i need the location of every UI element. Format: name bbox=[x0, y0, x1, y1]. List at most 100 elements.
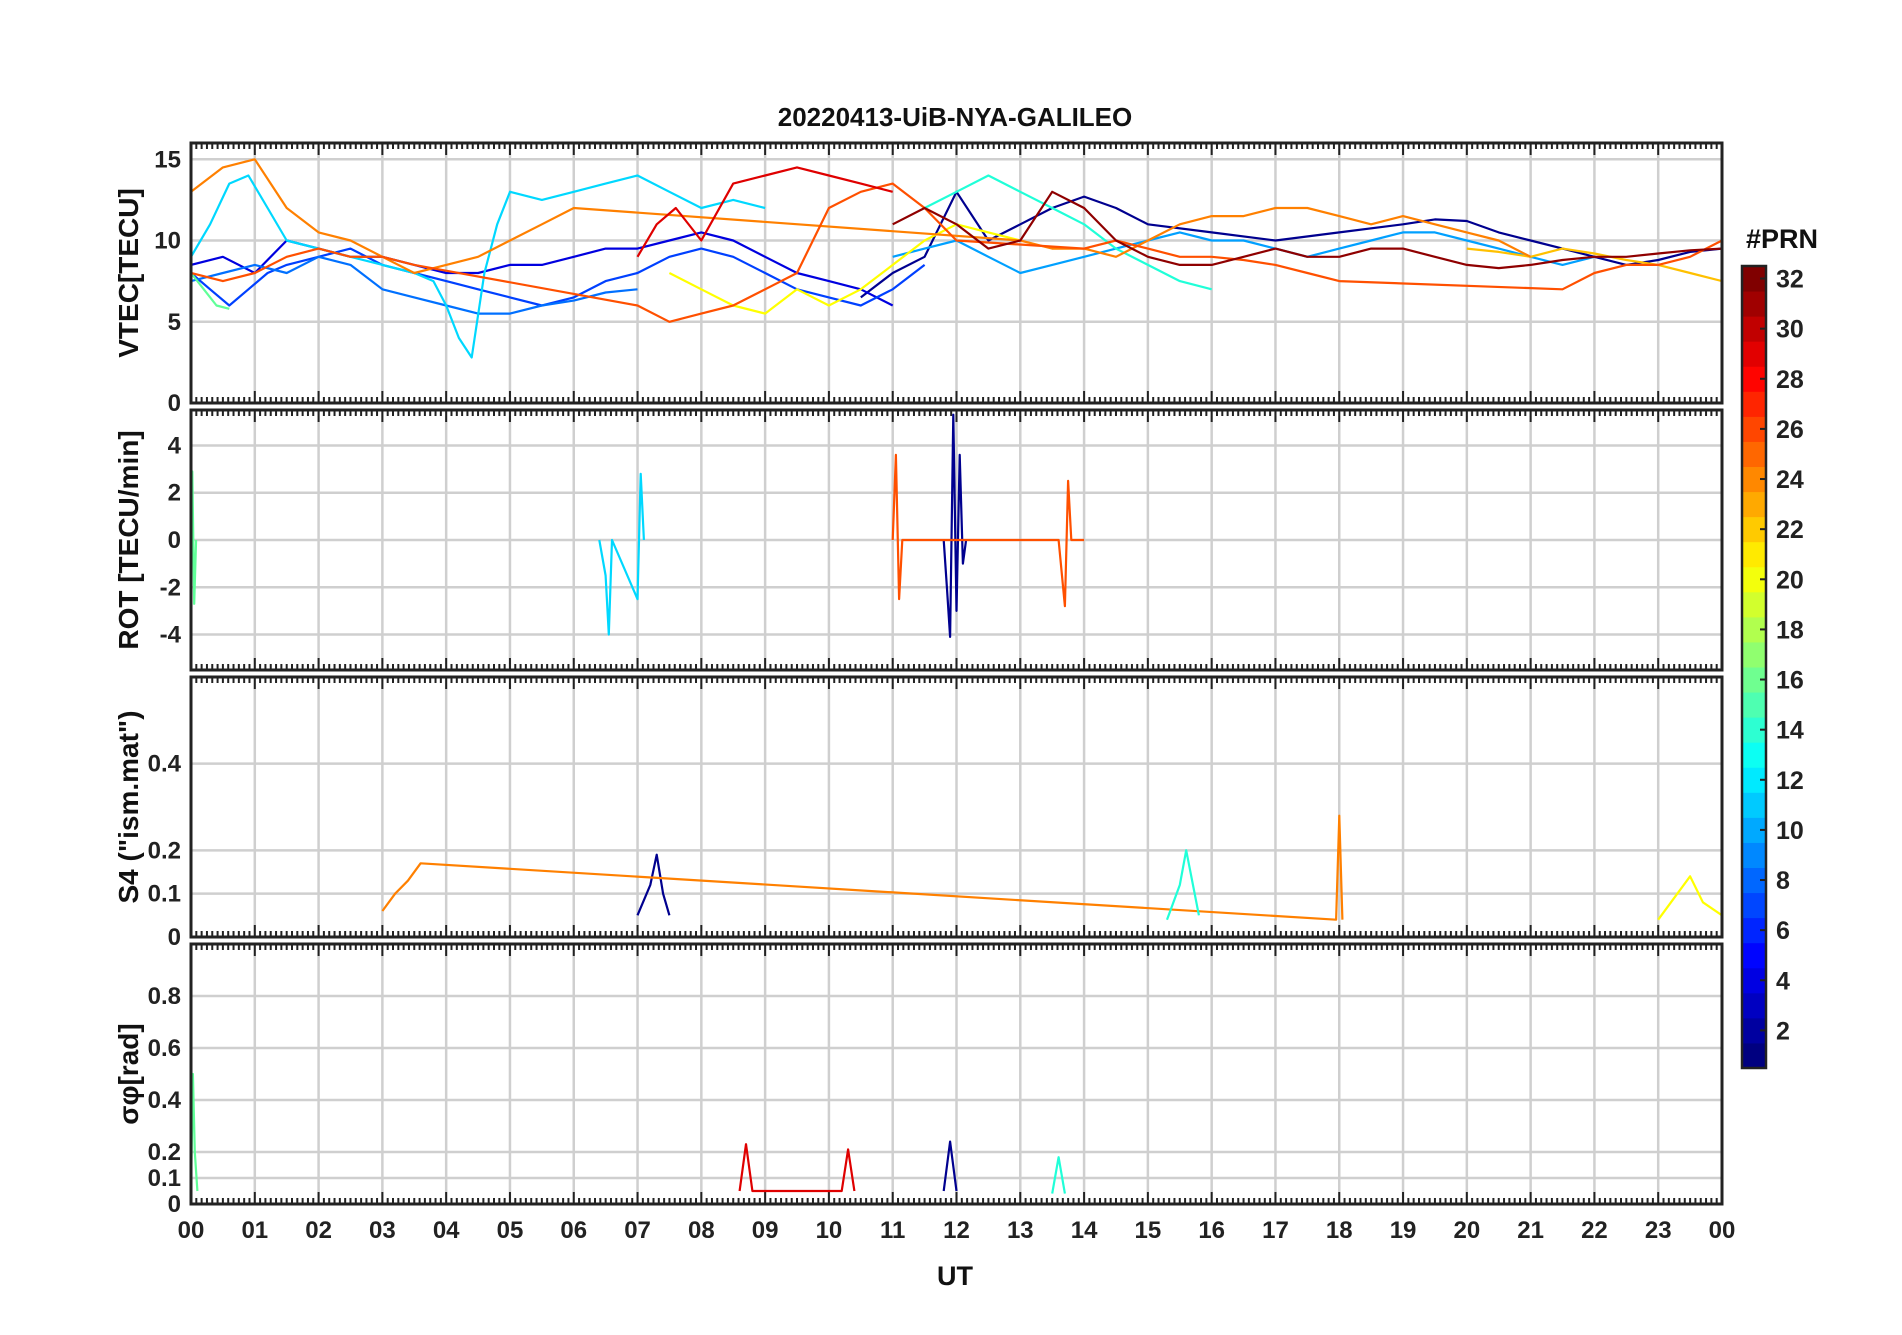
colorbar-segment bbox=[1742, 742, 1766, 768]
x-tick-label: 17 bbox=[1262, 1217, 1289, 1244]
x-tick-label: 05 bbox=[497, 1217, 524, 1244]
y-tick-label: 10 bbox=[154, 228, 181, 255]
colorbar-tick-label: 20 bbox=[1776, 566, 1804, 594]
colorbar-tick-label: 24 bbox=[1776, 466, 1804, 494]
y-tick-label: -2 bbox=[160, 574, 181, 601]
colorbar-tick-label: 2 bbox=[1776, 1017, 1790, 1045]
y-tick-label: 0.2 bbox=[148, 1139, 181, 1166]
colorbar-tick-label: 16 bbox=[1776, 667, 1804, 695]
x-tick-label: 13 bbox=[1007, 1217, 1034, 1244]
x-tick-label: 11 bbox=[880, 1217, 905, 1244]
x-tick-label: 20 bbox=[1453, 1217, 1480, 1244]
series-line-prn-2 bbox=[942, 1140, 958, 1192]
colorbar-tick-label: 18 bbox=[1776, 616, 1804, 644]
x-tick-label: 18 bbox=[1326, 1217, 1353, 1244]
colorbar-segment bbox=[1742, 591, 1766, 618]
y-axis-label: ROT [TECU/min] bbox=[113, 430, 144, 649]
colorbar-tick-label: 28 bbox=[1776, 366, 1804, 394]
colorbar-tick-label: 8 bbox=[1776, 867, 1790, 895]
series-line-prn-2 bbox=[942, 413, 968, 639]
x-tick-label: 08 bbox=[688, 1217, 715, 1244]
y-tick-label: -4 bbox=[160, 622, 182, 649]
x-tick-label: 19 bbox=[1390, 1217, 1417, 1244]
y-tick-label: 0.1 bbox=[148, 881, 181, 908]
colorbar-segment bbox=[1742, 992, 1766, 1019]
colorbar: 2468101214161820222426283032#PRN bbox=[1740, 224, 1818, 1070]
colorbar-segment bbox=[1742, 842, 1766, 868]
y-tick-label: 4 bbox=[168, 432, 182, 459]
chart-svg: 20220413-UiB-NYA-GALILEO UT 051015VTEC[T… bbox=[113, 102, 1818, 1291]
x-tick-label: 01 bbox=[241, 1217, 268, 1244]
x-tick-label: 04 bbox=[433, 1217, 460, 1244]
figure: 20220413-UiB-NYA-GALILEO UT 0 5 10 15 VTEC[T… bbox=[0, 0, 1902, 1330]
colorbar-tick-label: 30 bbox=[1776, 316, 1804, 344]
series-line-prn-2 bbox=[636, 853, 671, 916]
y-axis-label: S4 ("ism.mat") bbox=[113, 710, 144, 903]
series-line-prn-14 bbox=[1051, 1156, 1066, 1194]
y-tick-label: 0.4 bbox=[148, 1087, 182, 1114]
colorbar-segment bbox=[1742, 792, 1766, 818]
colorbar-segment bbox=[1742, 1042, 1766, 1069]
x-tick-label: 09 bbox=[752, 1217, 779, 1244]
y-axis-label: σφ[rad] bbox=[113, 1023, 144, 1124]
x-axis-label: UT bbox=[937, 1261, 973, 1291]
y-tick-label: 0.6 bbox=[148, 1035, 181, 1062]
y-tick-label: 0 bbox=[168, 1191, 181, 1218]
x-tick-label: 22 bbox=[1581, 1217, 1608, 1244]
y-tick-label: 0 bbox=[168, 527, 181, 554]
x-tick-label: 02 bbox=[305, 1217, 332, 1244]
x-tick-label: 12 bbox=[943, 1217, 970, 1244]
colorbar-tick-label: 14 bbox=[1776, 717, 1804, 745]
y-axis-label: VTEC[TECU] bbox=[113, 188, 144, 358]
series-line-prn-20 bbox=[1657, 875, 1722, 921]
x-tick-label: 15 bbox=[1135, 1217, 1162, 1244]
x-tick-label: 00 bbox=[178, 1217, 205, 1244]
panels: 051015VTEC[TECU]-4-2024ROT [TECU/min]00.… bbox=[113, 141, 1736, 1244]
colorbar-tick-label: 32 bbox=[1776, 266, 1804, 294]
colorbar-tick-label: 10 bbox=[1776, 817, 1804, 845]
panel-2: -4 -2 0 2 4 ROT [TECU/min] bbox=[113, 408, 1724, 672]
x-tick-label: 10 bbox=[816, 1217, 843, 1244]
x-tick-label: 23 bbox=[1645, 1217, 1672, 1244]
colorbar-segment bbox=[1742, 641, 1766, 668]
y-tick-label: 5 bbox=[168, 309, 181, 336]
series-line-prn-24 bbox=[381, 814, 1344, 921]
colorbar-tick-label: 26 bbox=[1776, 416, 1804, 444]
colorbar-segment bbox=[1742, 391, 1766, 417]
colorbar-segment bbox=[1742, 692, 1766, 718]
x-tick-label: 21 bbox=[1517, 1217, 1544, 1244]
series-line-prn-26 bbox=[891, 453, 1085, 608]
x-tick-label: 14 bbox=[1071, 1217, 1098, 1244]
colorbar-segment bbox=[1742, 892, 1766, 919]
x-tick-label: 06 bbox=[560, 1217, 587, 1244]
y-tick-label: 2 bbox=[168, 480, 181, 507]
colorbar-tick-label: 6 bbox=[1776, 917, 1790, 945]
x-tick-label: 07 bbox=[624, 1217, 651, 1244]
panel-3: 0 0.1 0.2 0.4S4 ("ism.mat") bbox=[113, 675, 1724, 951]
series-group bbox=[381, 814, 1722, 921]
colorbar-segment bbox=[1742, 341, 1766, 367]
x-tick-label: 03 bbox=[369, 1217, 396, 1244]
panel-4: 00.10.2 0.4 0.6 0.8σφ[rad] 00 01 02 03 04 05 06 07 0… bbox=[113, 942, 1736, 1244]
colorbar-segment bbox=[1742, 291, 1766, 317]
colorbar-tick-label: 12 bbox=[1776, 767, 1804, 795]
y-tick-label: 0.4 bbox=[148, 751, 182, 778]
x-tick-label: 16 bbox=[1198, 1217, 1225, 1244]
panel-1: 0 5 10 15 VTEC[TECU] bbox=[113, 141, 1724, 417]
colorbar-tick-label: 22 bbox=[1776, 516, 1804, 544]
y-tick-label: 15 bbox=[154, 146, 181, 173]
series-line-prn-12 bbox=[191, 174, 766, 359]
colorbar-tick-label: 4 bbox=[1776, 967, 1790, 995]
colorbar-label: #PRN bbox=[1746, 224, 1818, 254]
y-tick-label: 0 bbox=[168, 390, 181, 417]
y-tick-label: 0.2 bbox=[148, 837, 181, 864]
y-tick-label: 0.1 bbox=[148, 1165, 181, 1192]
x-tick-label: 00 bbox=[1709, 1217, 1736, 1244]
colorbar-segment bbox=[1742, 441, 1766, 467]
y-tick-label: 0 bbox=[168, 924, 181, 951]
series-group bbox=[191, 1072, 1066, 1194]
y-tick-label: 0.8 bbox=[148, 983, 181, 1010]
chart-title: 20220413-UiB-NYA-GALILEO bbox=[778, 102, 1133, 132]
series-line-prn-31 bbox=[892, 190, 1722, 270]
colorbar-segment bbox=[1742, 491, 1766, 518]
